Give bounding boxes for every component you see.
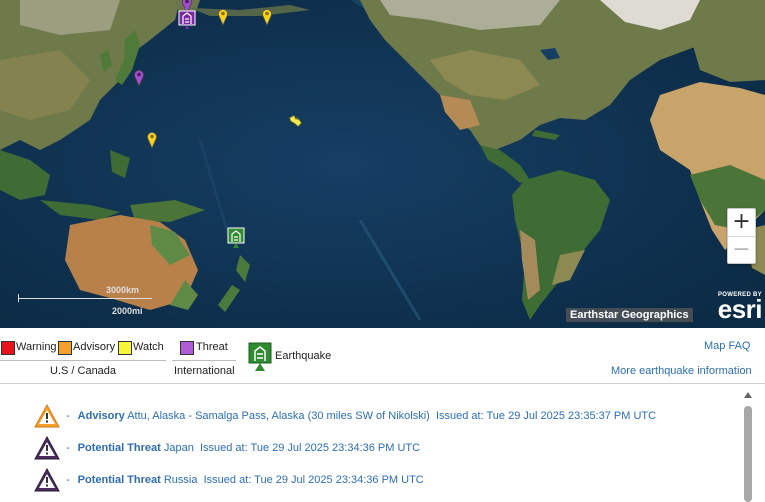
zoom-control: + − <box>727 208 756 264</box>
alerts-list: - Advisory Attu, Alaska - Samalga Pass, A… <box>0 390 740 500</box>
earthquake-label: Earthquake <box>275 350 332 362</box>
hawaii-watch-highlight[interactable] <box>288 113 304 129</box>
scale-mi-label: 2000mi <box>112 306 143 316</box>
alert-region: Russia <box>163 474 198 486</box>
scale-bar: 3000km 2000mi <box>18 285 158 316</box>
alert-type: Potential Threat <box>77 442 161 454</box>
alert-type: Advisory <box>77 410 125 422</box>
zoom-out-button[interactable]: − <box>728 237 755 264</box>
alert-type: Potential Threat <box>77 474 161 486</box>
threat-triangle-icon <box>34 468 60 492</box>
alert-separator: - <box>66 474 70 486</box>
earthquake-marker[interactable] <box>227 227 245 249</box>
earthquake-legend-icon <box>248 342 272 371</box>
threat-marker-1[interactable] <box>133 69 145 87</box>
watch-swatch <box>118 341 132 355</box>
alert-region: Attu, Alaska - Samalga Pass, Alaska (30 … <box>127 410 430 422</box>
threat-earthquake-marker[interactable] <box>178 10 196 30</box>
map-attribution: Earthstar Geographics <box>566 308 693 322</box>
map-faq-link[interactable]: Map FAQ <box>704 340 750 352</box>
warning-label: Warning <box>16 341 57 353</box>
watch-marker-1[interactable] <box>217 8 229 26</box>
alerts-scrollbar[interactable] <box>743 392 753 502</box>
legend: Warning Advisory Watch Threat U.S / Cana… <box>0 336 765 382</box>
advisory-triangle-icon <box>34 404 60 428</box>
legend-divider <box>0 383 765 384</box>
advisory-label: Advisory <box>73 341 116 353</box>
scrollbar-thumb[interactable] <box>744 406 752 502</box>
watch-marker-3[interactable] <box>146 131 158 149</box>
alert-text[interactable]: - Advisory Attu, Alaska - Samalga Pass, A… <box>66 410 656 422</box>
watch-label: Watch <box>133 341 164 353</box>
warning-swatch <box>1 341 15 355</box>
threat-swatch <box>180 341 194 355</box>
us-canada-divider <box>0 360 166 361</box>
advisory-swatch <box>58 341 72 355</box>
scale-km-label: 3000km <box>106 285 140 295</box>
us-canada-group-label: U.S / Canada <box>50 365 117 377</box>
scroll-up-arrow-icon[interactable] <box>744 392 752 398</box>
watch-marker-2[interactable] <box>261 8 273 26</box>
basemap-imagery <box>0 0 765 328</box>
alert-issued: Issued at: Tue 29 Jul 2025 23:34:36 PM U… <box>203 474 424 486</box>
threat-label: Threat <box>196 341 228 353</box>
alert-text[interactable]: - Potential Threat Russia Issued at: Tue … <box>66 474 424 486</box>
international-group-label: International <box>174 365 235 377</box>
map-view[interactable]: 3000km 2000mi + − Earthstar Geographics … <box>0 0 765 328</box>
threat-triangle-icon <box>34 436 60 460</box>
international-divider <box>172 360 236 361</box>
esri-wordmark: esri <box>717 294 763 324</box>
alert-issued: Issued at: Tue 29 Jul 2025 23:35:37 PM U… <box>435 410 657 422</box>
alert-separator: - <box>66 442 70 454</box>
alert-issued: Issued at: Tue 29 Jul 2025 23:34:36 PM U… <box>199 442 421 454</box>
more-earthquake-info-link[interactable]: More earthquake information <box>611 365 752 377</box>
esri-logo: POWERED BY esri <box>700 292 763 324</box>
zoom-in-button[interactable]: + <box>728 209 755 237</box>
alert-text[interactable]: - Potential Threat Japan Issued at: Tue 2… <box>66 442 420 454</box>
alert-separator: - <box>66 410 70 422</box>
alert-region: Japan <box>163 442 194 454</box>
